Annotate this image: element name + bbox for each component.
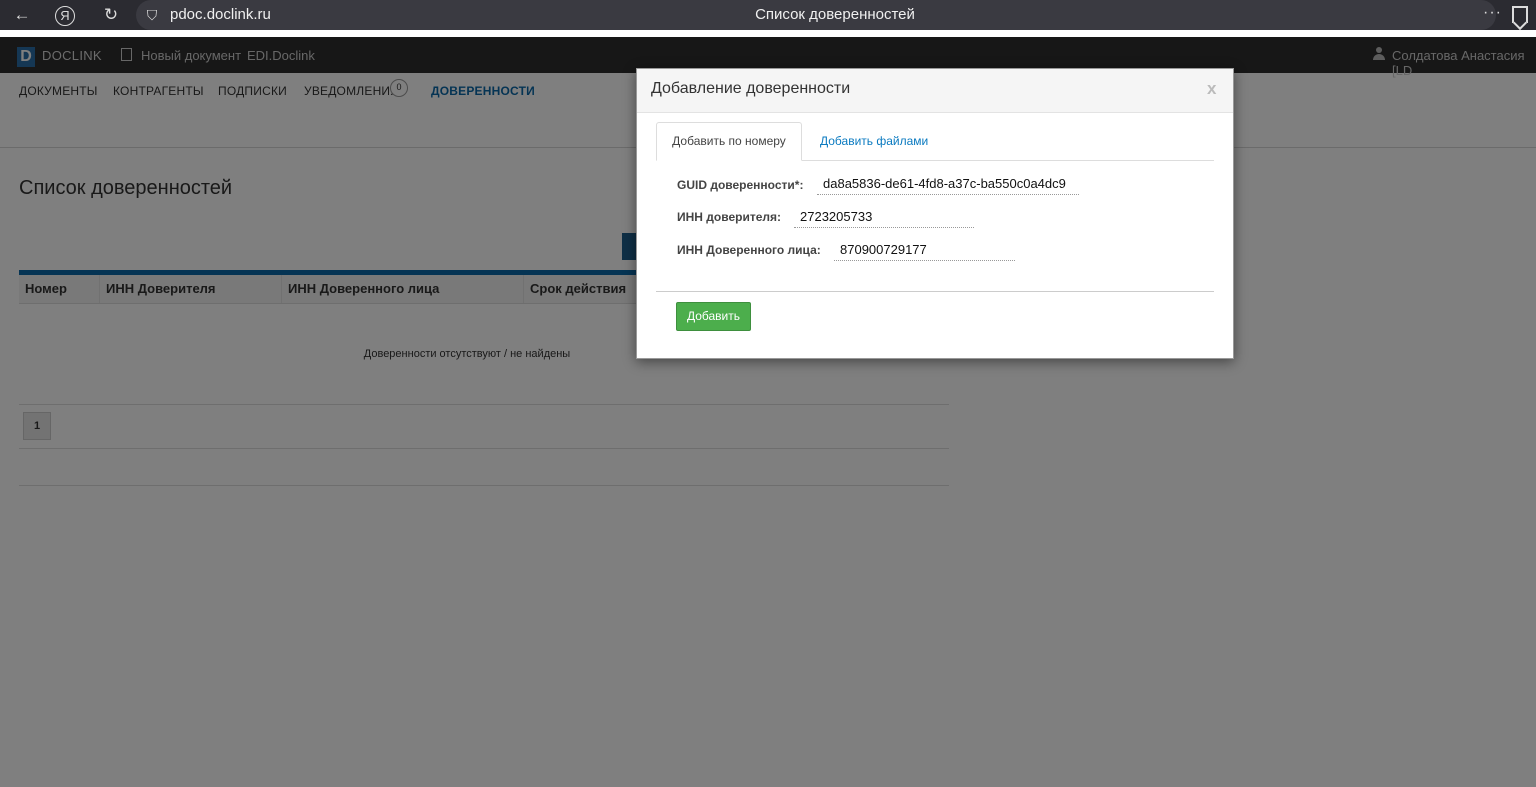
browser-toolbar: ← Я ↻ ⛉ pdoc.doclink.ru Список доверенно… (0, 0, 1536, 30)
agent-inn-field[interactable]: 870900729177 (834, 241, 1015, 261)
guid-field[interactable]: da8a5836-de61-4fd8-a37c-ba550c0a4dc9 (817, 175, 1079, 195)
close-icon[interactable]: x (1207, 79, 1216, 99)
dialog-title: Добавление доверенности (651, 80, 851, 97)
add-attorney-dialog: Добавление доверенности x Добавить по но… (636, 68, 1234, 359)
agent-inn-label: ИНН Доверенного лица: (677, 243, 821, 257)
principal-inn-field[interactable]: 2723205733 (794, 208, 974, 228)
tab-add-by-files[interactable]: Добавить файлами (820, 134, 928, 148)
bookmark-icon[interactable] (1512, 6, 1528, 23)
dialog-header: Добавление доверенности x (637, 69, 1233, 113)
tab-add-by-number[interactable]: Добавить по номеру (656, 122, 802, 161)
add-button[interactable]: Добавить (676, 302, 751, 331)
more-menu-icon[interactable]: ··· (1483, 4, 1502, 22)
principal-inn-label: ИНН доверителя: (677, 210, 782, 224)
dialog-separator (656, 291, 1214, 292)
guid-label: GUID доверенности*: (677, 178, 804, 192)
browser-page-title: Список доверенностей (755, 6, 915, 23)
